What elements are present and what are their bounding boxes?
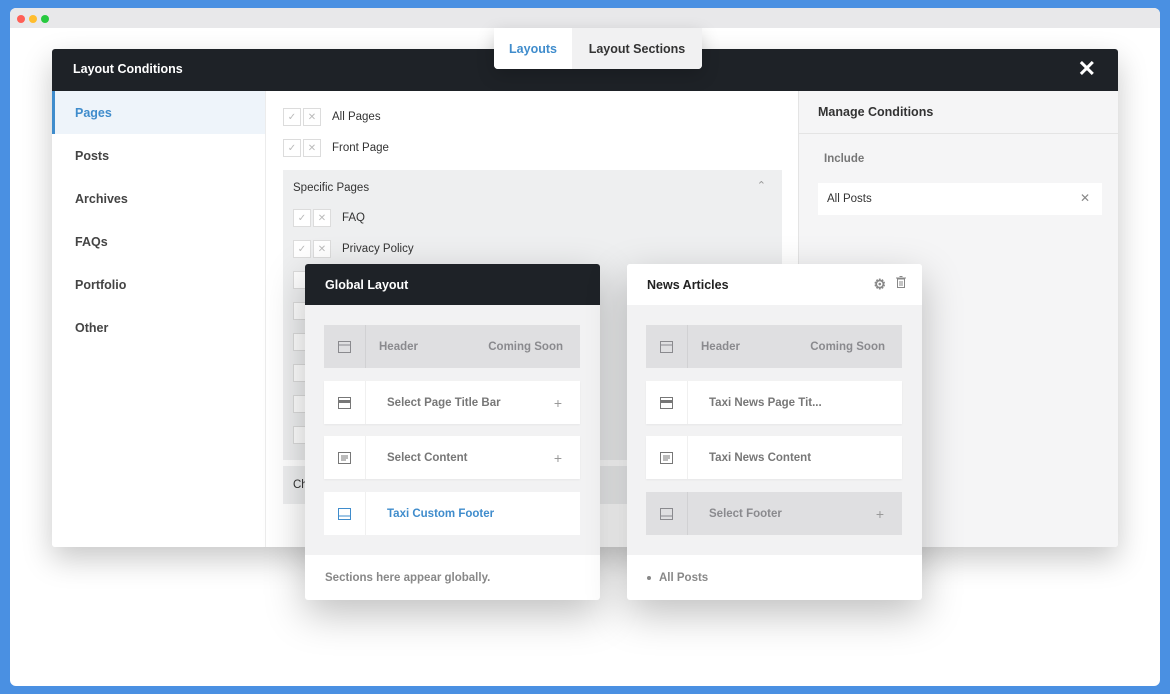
content-slot[interactable]: Select Content +: [324, 436, 580, 479]
condition-row-all-pages: ✓ ✕ All Pages: [283, 108, 381, 126]
card-header: News Articles ⚙: [627, 264, 922, 305]
content-icon: [646, 436, 688, 479]
slot-label: Taxi Custom Footer: [387, 507, 495, 520]
card-sections: Header Coming Soon Select Page Title Bar…: [305, 305, 600, 555]
exclude-checkbox[interactable]: ✕: [303, 108, 321, 126]
close-window-button[interactable]: [17, 15, 25, 23]
footer-slot[interactable]: Taxi Custom Footer: [324, 492, 580, 535]
condition-label: Privacy Policy: [342, 243, 414, 255]
layout-tabs: Layouts Layout Sections: [494, 28, 702, 69]
tab-layout-sections[interactable]: Layout Sections: [572, 28, 702, 69]
header-icon: [324, 325, 366, 368]
included-condition-label: All Posts: [827, 193, 872, 205]
exclude-checkbox[interactable]: ✕: [313, 209, 331, 227]
gear-icon[interactable]: ⚙: [873, 276, 886, 293]
footer-icon: [324, 492, 366, 535]
slot-label: Taxi News Content: [709, 451, 812, 464]
include-label: Include: [824, 153, 865, 165]
condition-label: Front Page: [332, 142, 389, 154]
footer-icon: [646, 492, 688, 535]
conditions-sidebar: Pages Posts Archives FAQs Portfolio Othe…: [52, 91, 266, 547]
slot-label: Taxi News Page Tit...: [709, 396, 822, 409]
header-icon: [646, 325, 688, 368]
bullet-icon: [647, 575, 651, 580]
minimize-window-button[interactable]: [29, 15, 37, 23]
sidebar-item-pages[interactable]: Pages: [52, 91, 265, 134]
news-articles-card: News Articles ⚙ Header Coming Soon Taxi …: [627, 264, 922, 600]
header-slot: Header Coming Soon: [646, 325, 902, 368]
card-condition: All Posts: [627, 555, 922, 600]
condition-row-front-page: ✓ ✕ Front Page: [283, 139, 389, 157]
specific-pages-title: Specific Pages: [293, 182, 370, 194]
card-title: Global Layout: [305, 264, 600, 305]
sidebar-item-other[interactable]: Other: [52, 306, 265, 349]
condition-row-privacy-policy: ✓ ✕ Privacy Policy: [293, 240, 414, 258]
sidebar-item-faqs[interactable]: FAQs: [52, 220, 265, 263]
exclude-checkbox[interactable]: ✕: [313, 240, 331, 258]
title-bar-icon: [324, 381, 366, 424]
modal-title: Layout Conditions: [73, 62, 183, 76]
sidebar-item-archives[interactable]: Archives: [52, 177, 265, 220]
slot-label: Select Page Title Bar: [387, 396, 501, 409]
window-chrome: [10, 8, 1160, 28]
close-icon[interactable]: ✕: [1078, 57, 1096, 81]
included-condition: All Posts ✕: [818, 183, 1102, 215]
global-layout-card: Global Layout Header Coming Soon Select …: [305, 264, 600, 600]
title-bar-icon: [646, 381, 688, 424]
slot-label: Header: [701, 340, 740, 353]
coming-soon-badge: Coming Soon: [810, 340, 885, 353]
remove-icon[interactable]: ✕: [1080, 191, 1090, 205]
manage-conditions-title: Manage Conditions: [799, 91, 1118, 134]
chevron-up-icon[interactable]: ⌃: [757, 179, 766, 192]
title-bar-slot[interactable]: Taxi News Page Tit...: [646, 381, 902, 424]
condition-label: All Posts: [659, 571, 709, 584]
exclude-checkbox[interactable]: ✕: [303, 139, 321, 157]
slot-label: Select Content: [387, 451, 468, 464]
maximize-window-button[interactable]: [41, 15, 49, 23]
tab-layouts[interactable]: Layouts: [494, 28, 572, 69]
content-slot[interactable]: Taxi News Content: [646, 436, 902, 479]
include-checkbox[interactable]: ✓: [293, 240, 311, 258]
include-checkbox[interactable]: ✓: [283, 139, 301, 157]
condition-label: FAQ: [342, 212, 366, 224]
slot-label: Header: [379, 340, 418, 353]
sidebar-item-posts[interactable]: Posts: [52, 134, 265, 177]
trash-icon[interactable]: [896, 276, 906, 288]
condition-row-faq: ✓ ✕ FAQ: [293, 209, 365, 227]
card-sections: Header Coming Soon Taxi News Page Tit...…: [627, 305, 922, 555]
include-checkbox[interactable]: ✓: [293, 209, 311, 227]
card-title: News Articles: [647, 277, 729, 292]
condition-label: All Pages: [332, 111, 381, 123]
plus-icon[interactable]: +: [554, 395, 562, 411]
slot-label: Select Footer: [709, 507, 782, 520]
plus-icon[interactable]: +: [876, 506, 884, 522]
content-icon: [324, 436, 366, 479]
footer-slot[interactable]: Select Footer +: [646, 492, 902, 535]
include-checkbox[interactable]: ✓: [283, 108, 301, 126]
coming-soon-badge: Coming Soon: [488, 340, 563, 353]
card-footer-note: Sections here appear globally.: [325, 571, 491, 584]
plus-icon[interactable]: +: [554, 450, 562, 466]
app-window: Layouts Layout Sections Layout Condition…: [10, 8, 1160, 686]
header-slot: Header Coming Soon: [324, 325, 580, 368]
title-bar-slot[interactable]: Select Page Title Bar +: [324, 381, 580, 424]
sidebar-item-portfolio[interactable]: Portfolio: [52, 263, 265, 306]
